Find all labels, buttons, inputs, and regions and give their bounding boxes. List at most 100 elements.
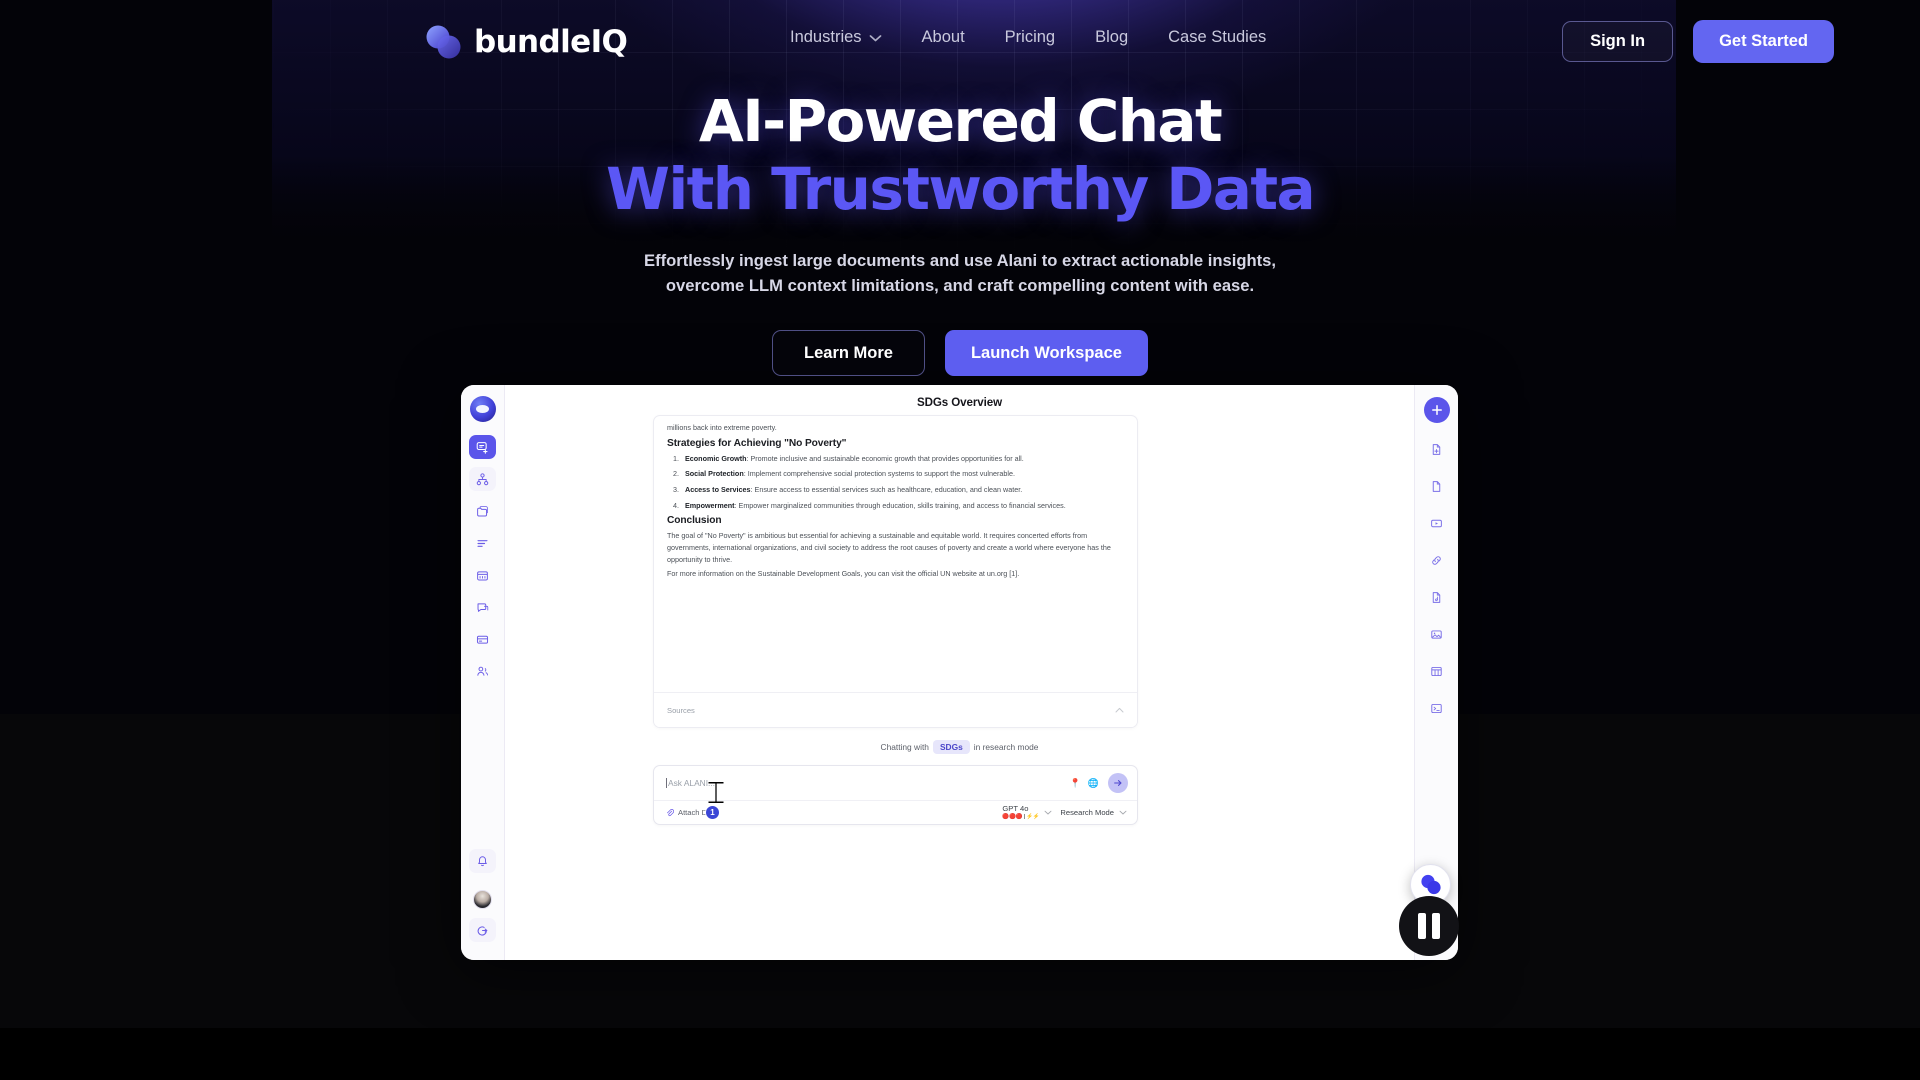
link-icon bbox=[1432, 555, 1441, 565]
list-item-term: Economic Growth bbox=[685, 453, 747, 463]
list-item: 3. Access to Services: Ensure access to e… bbox=[667, 484, 1124, 496]
list-item-text: : Implement comprehensive social protect… bbox=[743, 469, 1015, 479]
chevron-up-icon bbox=[1115, 707, 1124, 713]
nav-link-pricing[interactable]: Pricing bbox=[1005, 28, 1055, 47]
table-icon bbox=[1431, 666, 1442, 676]
model-name: GPT 4o bbox=[1002, 804, 1029, 814]
arrow-right-icon bbox=[1114, 780, 1122, 786]
image-icon bbox=[1431, 629, 1442, 639]
right-rail-document[interactable] bbox=[1424, 474, 1450, 498]
right-rail-terminal[interactable] bbox=[1424, 696, 1450, 720]
strategies-list: 1. Economic Growth: Promote inclusive and… bbox=[667, 453, 1124, 512]
add-source-button[interactable] bbox=[1423, 397, 1450, 423]
sidebar-item-team[interactable] bbox=[469, 659, 496, 683]
bundleiq-logo-icon bbox=[1420, 874, 1441, 895]
app-page-title: SDGs Overview bbox=[916, 396, 1003, 409]
hero-cta-row: Learn More Launch Workspace bbox=[0, 330, 1920, 377]
user-avatar[interactable] bbox=[473, 890, 492, 909]
sidebar-item-logout[interactable] bbox=[469, 918, 496, 942]
sidebar-item-notes[interactable] bbox=[469, 531, 496, 555]
sidebar-item-notifications[interactable] bbox=[469, 849, 496, 873]
nav-link-label: Case Studies bbox=[1168, 28, 1267, 46]
sidebar-item-files[interactable] bbox=[469, 499, 496, 523]
mode-selector[interactable]: Research Mode bbox=[1060, 808, 1127, 817]
sidebar-item-new-chat[interactable] bbox=[469, 435, 496, 459]
chat-meta-suffix: in research mode bbox=[973, 742, 1039, 752]
terminal-icon bbox=[1431, 703, 1442, 713]
app-sidebar-bottom bbox=[461, 849, 504, 950]
chevron-down-icon bbox=[1119, 810, 1127, 815]
list-item-text: : Promote inclusive and sustainable econ… bbox=[746, 453, 1024, 463]
right-rail-audio[interactable] bbox=[1424, 585, 1450, 609]
new-chat-icon bbox=[476, 441, 488, 454]
app-logo-icon[interactable] bbox=[469, 396, 496, 422]
people-icon bbox=[477, 666, 488, 676]
right-rail-image[interactable] bbox=[1424, 622, 1450, 646]
right-rail-table[interactable] bbox=[1424, 659, 1450, 683]
nav-actions: Sign In Get Started bbox=[1562, 20, 1834, 63]
document-icon bbox=[1432, 480, 1441, 492]
document-body: millions back into extreme poverty. Stra… bbox=[654, 416, 1137, 580]
hero-subtitle-line2: overcome LLM context limitations, and cr… bbox=[665, 276, 1255, 296]
sidebar-item-knowledge-graph[interactable] bbox=[469, 467, 496, 491]
chat-input[interactable]: Ask ALANI... bbox=[666, 778, 1069, 788]
chat-composer: Ask ALANI... 📍 🌐 Attach Data GPT 4o 🔴🔴🔴 … bbox=[653, 765, 1138, 825]
sidebar-item-calendar[interactable] bbox=[469, 563, 496, 587]
attach-data-button[interactable]: Attach Data bbox=[666, 808, 718, 817]
launch-workspace-button[interactable]: Launch Workspace bbox=[944, 330, 1148, 377]
chat-meta-prefix: Chatting with bbox=[880, 742, 929, 752]
model-selector[interactable]: GPT 4o 🔴🔴🔴 | ⚡⚡ bbox=[1002, 804, 1052, 820]
status-badge[interactable]: SDGs bbox=[932, 740, 970, 754]
plus-icon bbox=[1431, 405, 1442, 415]
sidebar-item-conversations[interactable] bbox=[469, 595, 496, 619]
list-item: 2. Social Protection: Implement comprehen… bbox=[667, 468, 1124, 480]
nav-link-case-studies[interactable]: Case Studies bbox=[1168, 28, 1266, 47]
landing-page: bundleIQ Industries About Pricing Blog C… bbox=[0, 0, 1920, 1080]
sources-label: Sources bbox=[667, 705, 695, 715]
nav-link-about[interactable]: About bbox=[922, 28, 965, 47]
list-item: 1. Economic Growth: Promote inclusive and… bbox=[667, 453, 1124, 465]
nav-link-label: Pricing bbox=[1004, 28, 1056, 46]
video-icon bbox=[1431, 519, 1442, 527]
knowledge-graph-icon bbox=[476, 472, 489, 485]
sign-in-button[interactable]: Sign In bbox=[1562, 21, 1674, 62]
composer-toolbar: Attach Data GPT 4o 🔴🔴🔴 | ⚡⚡ Research Mod… bbox=[654, 800, 1137, 824]
right-rail-link[interactable] bbox=[1424, 548, 1450, 572]
hero-subtitle: Effortlessly ingest large documents and … bbox=[0, 248, 1920, 299]
chat-context-line: Chatting with SDGs in research mode bbox=[505, 740, 1414, 754]
nav-link-label: About bbox=[921, 28, 965, 46]
folder-icon bbox=[477, 505, 488, 516]
list-item: 4. Empowerment: Empower marginalized comm… bbox=[667, 500, 1124, 512]
brand-logo[interactable]: bundleIQ bbox=[424, 20, 628, 64]
get-started-button[interactable]: Get Started bbox=[1693, 20, 1834, 63]
composer-actions: 📍 🌐 bbox=[1069, 773, 1128, 793]
app-sidebar-left bbox=[461, 385, 505, 960]
learn-more-button[interactable]: Learn More bbox=[772, 330, 925, 377]
right-rail-video[interactable] bbox=[1424, 511, 1450, 535]
document-conclusion-p2: For more information on the Sustainable … bbox=[667, 569, 1020, 579]
sidebar-item-billing[interactable] bbox=[469, 627, 496, 651]
list-item-term: Social Protection bbox=[685, 469, 744, 479]
globe-icon[interactable]: 🌐 bbox=[1087, 777, 1100, 790]
pause-button[interactable] bbox=[1399, 896, 1459, 956]
sources-accordion[interactable]: Sources bbox=[654, 692, 1137, 727]
nav-link-blog[interactable]: Blog bbox=[1095, 28, 1128, 47]
chevron-down-icon bbox=[1044, 810, 1052, 815]
list-item-text: : Empower marginalized communities throu… bbox=[734, 500, 1066, 510]
right-rail-add-file[interactable] bbox=[1424, 437, 1450, 461]
send-button[interactable] bbox=[1108, 773, 1128, 793]
list-item-number: 4. bbox=[673, 500, 679, 510]
list-lines-icon bbox=[477, 539, 488, 547]
hero-subtitle-line1: Effortlessly ingest large documents and … bbox=[644, 250, 1276, 270]
location-pin-icon[interactable]: 📍 bbox=[1069, 777, 1082, 790]
nav-links: Industries About Pricing Blog Case Studi… bbox=[790, 28, 1266, 47]
list-item-number: 2. bbox=[673, 469, 679, 479]
chat-bubble-icon bbox=[477, 602, 489, 612]
pause-icon bbox=[1432, 913, 1440, 939]
audio-file-icon bbox=[1432, 591, 1441, 603]
document-heading-conclusion: Conclusion bbox=[667, 515, 722, 527]
list-item-number: 3. bbox=[673, 484, 679, 494]
nav-link-industries[interactable]: Industries bbox=[790, 28, 882, 47]
logout-icon bbox=[477, 925, 488, 936]
composer-input-row: Ask ALANI... 📍 🌐 bbox=[654, 766, 1137, 800]
